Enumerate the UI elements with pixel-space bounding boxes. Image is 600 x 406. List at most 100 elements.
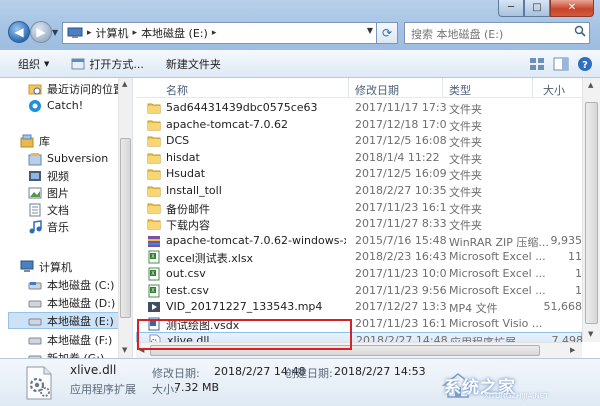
- nav-recent-places[interactable]: 最近访问的位置: [28, 80, 124, 97]
- file-modified-date: 2018/2/27 10:35: [355, 184, 447, 197]
- open-with-button[interactable]: 打开方式...: [71, 56, 144, 72]
- file-row[interactable]: VID_20171227_133543.mp4 2017/12/27 13:38 M…: [136, 299, 582, 315]
- file-modified-date: 2017/12/18 17:06: [355, 117, 447, 131]
- nav-subversion[interactable]: Subversion: [28, 150, 108, 167]
- nav-music[interactable]: 音乐: [28, 218, 69, 235]
- nav-scrollbar[interactable]: ▲ ▼: [118, 78, 132, 358]
- breadcrumb-separator-icon[interactable]: ▸: [212, 28, 217, 38]
- scroll-up-icon[interactable]: ▲: [588, 81, 593, 89]
- details-pane: xlive.dll 应用程序扩展 修改日期: 2018/2/27 14:48 大…: [0, 358, 600, 406]
- nav-documents[interactable]: 文档: [28, 201, 69, 218]
- file-row[interactable]: Xexcel测试表.xlsx 2018/2/23 16:43 Microsoft E…: [136, 249, 582, 265]
- file-row[interactable]: 下载内容 2017/11/27 8:33 文件夹: [136, 216, 582, 232]
- file-row[interactable]: Install_toll 2018/2/27 10:35 文件夹: [136, 183, 582, 199]
- window-controls: ─ □ ✕: [498, 0, 594, 17]
- nav-drive-e[interactable]: 本地磁盘 (E:): [8, 312, 120, 329]
- breadcrumb-drive-e[interactable]: 本地磁盘 (E:): [141, 25, 208, 41]
- back-arrow-icon: ◀: [14, 25, 24, 39]
- file-row[interactable]: hisdat 2018/1/4 11:22 文件夹: [136, 150, 582, 166]
- view-options-button[interactable]: [528, 55, 546, 73]
- column-header-size[interactable]: 大小: [543, 82, 565, 98]
- scroll-down-icon[interactable]: ▼: [588, 330, 593, 338]
- nav-label: Subversion: [47, 152, 109, 165]
- file-list-vertical-scrollbar[interactable]: ▲ ▼: [582, 78, 600, 342]
- file-type: WinRAR ZIP 压缩...: [449, 235, 549, 249]
- file-name: apache-tomcat-7.0.62-windows-x64.zip: [166, 233, 346, 247]
- breadcrumb-separator-icon[interactable]: ▸: [87, 28, 92, 38]
- file-row[interactable]: 5ad64431439dbc0575ce63 2017/11/17 17:38 文件…: [136, 100, 582, 116]
- column-header-row: 名称 修改日期 类型 大小: [136, 78, 600, 98]
- file-modified-date: 2017/12/5 16:08: [355, 134, 447, 148]
- file-name: hisdat: [166, 150, 200, 164]
- vertical-scroll-thumb[interactable]: [585, 102, 598, 324]
- chevron-down-icon: ▼: [44, 59, 50, 68]
- nav-libraries[interactable]: 库: [20, 132, 50, 149]
- nav-drive-f[interactable]: 本地磁盘 (F:): [28, 331, 112, 348]
- file-row[interactable]: Xtest.csv 2017/11/23 9:56 Microsoft Excel …: [136, 283, 582, 299]
- file-row[interactable]: apache-tomcat-7.0.62-windows-x64.zip 2015…: [136, 233, 582, 249]
- column-header-name[interactable]: 名称: [166, 82, 188, 98]
- scroll-up-icon[interactable]: ▲: [122, 80, 127, 88]
- excel-icon: X: [147, 284, 161, 298]
- nav-scroll-thumb[interactable]: [120, 138, 131, 318]
- back-button[interactable]: ◀: [8, 21, 30, 43]
- history-dropdown-icon[interactable]: ▼: [52, 28, 58, 37]
- file-name: DCS: [166, 134, 190, 148]
- scroll-right-icon[interactable]: ▶: [570, 346, 575, 354]
- watermark: 系统之家 XITONGZHIJIA.NET: [440, 370, 590, 400]
- file-type: 文件夹: [449, 186, 482, 199]
- minimize-button[interactable]: ─: [498, 0, 524, 17]
- nav-drive-c[interactable]: 本地磁盘 (C:): [28, 276, 114, 293]
- details-file-type: 应用程序扩展: [70, 383, 136, 396]
- details-size-value: 7.32 MB: [174, 381, 220, 394]
- file-modified-date: 2017/11/27 8:33: [355, 217, 447, 231]
- file-modified-date: 2017/11/23 16:17: [355, 316, 447, 330]
- column-header-date[interactable]: 修改日期: [355, 82, 399, 98]
- nav-videos[interactable]: 视频: [28, 167, 69, 184]
- file-type: Microsoft Excel ...: [449, 267, 546, 280]
- drive-icon: [28, 296, 42, 310]
- close-button[interactable]: ✕: [550, 0, 594, 17]
- scroll-down-icon[interactable]: ▼: [122, 346, 127, 354]
- forward-arrow-icon: ▶: [36, 25, 46, 39]
- address-dropdown-icon[interactable]: ▼: [367, 26, 373, 35]
- nav-computer[interactable]: 计算机: [20, 258, 72, 275]
- file-row[interactable]: Xout.csv 2017/11/23 10:01 Microsoft Excel …: [136, 266, 582, 282]
- file-modified-date: 2017/11/23 10:01: [355, 267, 447, 280]
- refresh-button[interactable]: ⟳: [376, 22, 398, 44]
- file-name: 5ad64431439dbc0575ce63: [166, 101, 318, 114]
- maximize-button[interactable]: □: [524, 0, 550, 17]
- help-button[interactable]: ?: [576, 55, 594, 73]
- breadcrumb-computer[interactable]: 计算机: [96, 25, 129, 41]
- open-with-icon: [71, 58, 85, 69]
- folder-icon: [147, 134, 161, 148]
- file-name: Hsudat: [166, 167, 206, 181]
- drive-icon: [28, 351, 42, 358]
- folder-icon: [147, 151, 161, 165]
- nav-label: 视频: [47, 169, 69, 183]
- nav-drive-g[interactable]: 新加卷 (G:): [28, 349, 104, 358]
- details-created-label: 创建日期:: [285, 367, 333, 380]
- file-name: apache-tomcat-7.0.62: [166, 117, 289, 131]
- computer-small-icon: [67, 27, 83, 38]
- address-bar[interactable]: ▸ 计算机 ▸ 本地磁盘 (E:) ▸ ▼: [62, 22, 396, 44]
- column-header-type[interactable]: 类型: [449, 82, 471, 98]
- drive-icon: [28, 278, 42, 292]
- forward-button[interactable]: ▶: [30, 21, 52, 43]
- nav-pictures[interactable]: 图片: [28, 184, 69, 201]
- organize-button[interactable]: 组织 ▼: [18, 56, 49, 72]
- nav-catch[interactable]: Catch!: [28, 97, 83, 114]
- search-icon[interactable]: [574, 25, 586, 37]
- new-folder-button[interactable]: 新建文件夹: [166, 56, 221, 72]
- file-row[interactable]: Hsudat 2017/12/5 16:09 文件夹: [136, 166, 582, 182]
- view-icon: [530, 58, 544, 70]
- breadcrumb-separator-icon[interactable]: ▸: [133, 28, 138, 38]
- file-row[interactable]: 备份邮件 2017/11/23 16:12 文件夹: [136, 200, 582, 216]
- file-row[interactable]: DCS 2017/12/5 16:08 文件夹: [136, 133, 582, 149]
- nav-drive-d[interactable]: 本地磁盘 (D:): [28, 294, 115, 311]
- search-input[interactable]: [404, 22, 590, 44]
- details-created-value: 2018/2/27 14:53: [334, 365, 426, 378]
- file-row[interactable]: apache-tomcat-7.0.62 2017/12/18 17:06 文件夹: [136, 117, 582, 133]
- preview-pane-button[interactable]: [552, 55, 570, 73]
- file-type: 文件夹: [449, 169, 482, 183]
